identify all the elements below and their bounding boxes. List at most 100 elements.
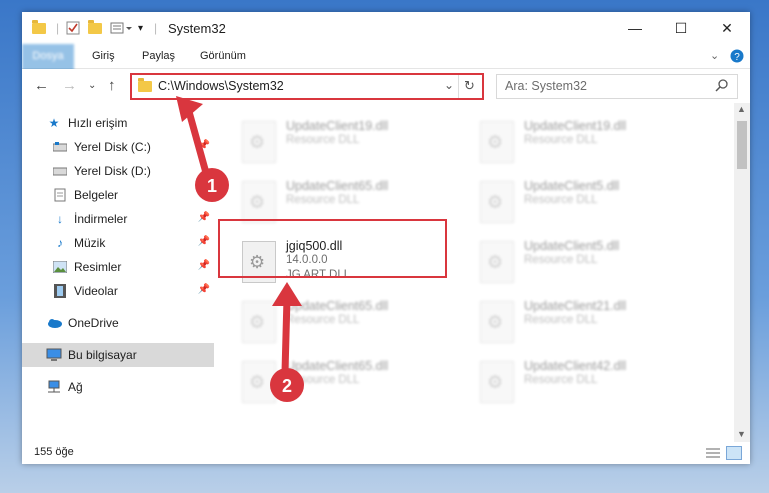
network-icon bbox=[46, 379, 62, 395]
pin-icon[interactable]: 📌 bbox=[198, 260, 210, 271]
sidebar-item-onedrive[interactable]: OneDrive bbox=[22, 311, 214, 335]
vertical-scrollbar[interactable]: ▲ ▼ bbox=[734, 103, 750, 442]
music-icon: ♪ bbox=[57, 236, 63, 250]
sidebar-item-label: İndirmeler bbox=[74, 212, 128, 226]
documents-icon bbox=[52, 187, 68, 203]
dll-file-icon: ⚙ bbox=[480, 121, 514, 163]
maximize-button[interactable]: ☐ bbox=[658, 12, 704, 44]
status-bar: 155 öğe bbox=[22, 442, 750, 464]
search-box[interactable]: Ara: System32 bbox=[496, 74, 738, 99]
ribbon: Dosya Giriş Paylaş Görünüm ⌄ ? bbox=[22, 44, 750, 96]
sidebar-item-network[interactable]: Ağ bbox=[22, 375, 214, 399]
large-icons-view-icon[interactable] bbox=[726, 446, 742, 460]
address-dropdown-icon[interactable]: ⌄ bbox=[444, 78, 454, 92]
sidebar-item-local-disk-d[interactable]: Yerel Disk (D:) bbox=[22, 159, 214, 183]
sidebar-item-pictures[interactable]: Resimler 📌 bbox=[22, 255, 214, 279]
file-description: Resource DLL bbox=[286, 314, 360, 326]
pin-icon[interactable]: 📌 bbox=[198, 212, 210, 223]
dll-file-icon: ⚙ bbox=[480, 181, 514, 223]
sidebar-item-quick-access[interactable]: ★ Hızlı erişim bbox=[22, 111, 214, 135]
folder-icon bbox=[138, 78, 152, 95]
back-arrow-icon[interactable]: ← bbox=[34, 77, 49, 94]
sidebar-item-label: Hızlı erişim bbox=[68, 116, 128, 130]
details-view-icon[interactable] bbox=[706, 447, 720, 462]
expand-ribbon-icon[interactable]: ⌄ bbox=[710, 44, 719, 68]
dll-file-icon: ⚙ bbox=[242, 181, 276, 223]
drive-icon bbox=[52, 163, 68, 179]
search-input[interactable]: Ara: System32 bbox=[505, 79, 587, 93]
navigation-pane: ★ Hızlı erişim Yerel Disk (C:) 📌 Yerel D… bbox=[22, 103, 214, 442]
file-description: Resource DLL bbox=[524, 254, 598, 266]
sidebar-item-music[interactable]: ♪ Müzik 📌 bbox=[22, 231, 214, 255]
tab-view[interactable]: Görünüm bbox=[200, 44, 246, 68]
sidebar-item-label: OneDrive bbox=[68, 316, 119, 330]
sidebar-item-this-pc[interactable]: Bu bilgisayar bbox=[22, 343, 214, 367]
dll-file-icon: ⚙ bbox=[242, 301, 276, 343]
file-name: UpdateClient5.dll bbox=[524, 239, 620, 253]
file-item[interactable]: ⚙ UpdateClient65.dll Resource DLL bbox=[228, 355, 458, 407]
sidebar-item-label: Resimler bbox=[74, 260, 122, 274]
file-item[interactable]: ⚙ UpdateClient21.dll Resource DLL bbox=[466, 295, 696, 347]
properties-icon[interactable] bbox=[66, 20, 80, 36]
file-item[interactable]: ⚙ UpdateClient19.dll Resource DLL bbox=[466, 115, 696, 167]
sidebar-item-label: Müzik bbox=[74, 236, 106, 250]
file-name: UpdateClient65.dll bbox=[286, 299, 389, 313]
file-item[interactable]: ⚙ UpdateClient65.dll Resource DLL bbox=[228, 295, 458, 347]
file-description: Resource DLL bbox=[286, 134, 360, 146]
dll-file-icon: ⚙ bbox=[242, 361, 276, 403]
scroll-down-icon[interactable]: ▼ bbox=[737, 429, 746, 439]
minimize-button[interactable]: — bbox=[612, 12, 658, 44]
svg-text:?: ? bbox=[734, 52, 740, 63]
file-item[interactable]: ⚙ UpdateClient42.dll Resource DLL bbox=[466, 355, 696, 407]
tab-share[interactable]: Paylaş bbox=[142, 44, 175, 68]
title-bar: | ▾ | System32 — ☐ ✕ bbox=[22, 12, 750, 44]
file-name: UpdateClient5.dll bbox=[524, 179, 620, 193]
sidebar-item-videos[interactable]: Videolar 📌 bbox=[22, 279, 214, 303]
file-name: UpdateClient65.dll bbox=[286, 359, 389, 373]
forward-arrow-icon[interactable]: → bbox=[62, 77, 77, 94]
navigation-bar: ← → ⌄ ↑ C:\Windows\System32 ⌄ ↻ Ara: Sys… bbox=[22, 69, 750, 103]
file-item[interactable]: ⚙ UpdateClient19.dll Resource DLL bbox=[228, 115, 458, 167]
pin-icon[interactable]: 📌 bbox=[198, 284, 210, 295]
star-icon: ★ bbox=[48, 116, 60, 130]
refresh-icon[interactable]: ↻ bbox=[464, 78, 475, 94]
recent-locations-icon[interactable]: ⌄ bbox=[88, 80, 96, 91]
sidebar-item-label: Belgeler bbox=[74, 188, 119, 202]
new-folder-icon[interactable] bbox=[88, 19, 102, 36]
pin-icon[interactable]: 📌 bbox=[198, 236, 210, 247]
sidebar-item-label: Yerel Disk (C:) bbox=[74, 140, 151, 154]
file-description: Resource DLL bbox=[524, 134, 598, 146]
file-name: UpdateClient21.dll bbox=[524, 299, 627, 313]
sidebar-item-local-disk-c[interactable]: Yerel Disk (C:) 📌 bbox=[22, 135, 214, 159]
view-options-icon[interactable] bbox=[110, 20, 132, 36]
address-bar[interactable]: C:\Windows\System32 ⌄ ↻ bbox=[130, 73, 484, 100]
scroll-up-icon[interactable]: ▲ bbox=[737, 104, 746, 114]
sidebar-item-documents[interactable]: Belgeler bbox=[22, 183, 214, 207]
pictures-icon bbox=[52, 259, 68, 275]
download-icon: ↓ bbox=[57, 212, 63, 226]
dll-file-icon: ⚙ bbox=[242, 121, 276, 163]
cloud-icon bbox=[46, 315, 62, 331]
dll-file-icon: ⚙ bbox=[480, 241, 514, 283]
file-item[interactable]: ⚙ UpdateClient5.dll Resource DLL bbox=[466, 235, 696, 287]
up-arrow-icon[interactable]: ↑ bbox=[108, 77, 116, 94]
close-button[interactable]: ✕ bbox=[704, 12, 750, 44]
tab-home[interactable]: Giriş bbox=[92, 44, 115, 68]
drive-icon bbox=[52, 139, 68, 155]
sidebar-item-downloads[interactable]: ↓ İndirmeler 📌 bbox=[22, 207, 214, 231]
search-icon[interactable] bbox=[715, 78, 729, 95]
customize-toolbar-icon[interactable]: ▾ bbox=[138, 20, 143, 36]
file-description: Resource DLL bbox=[524, 314, 598, 326]
address-path[interactable]: C:\Windows\System32 bbox=[158, 79, 284, 93]
sidebar-item-label: Yerel Disk (D:) bbox=[74, 164, 151, 178]
scrollbar-thumb[interactable] bbox=[737, 121, 747, 169]
folder-icon bbox=[32, 19, 46, 36]
file-name: UpdateClient19.dll bbox=[524, 119, 627, 133]
item-count: 155 öğe bbox=[34, 446, 74, 458]
divider bbox=[458, 75, 459, 98]
file-name: UpdateClient19.dll bbox=[286, 119, 389, 133]
videos-icon bbox=[52, 283, 68, 299]
file-item[interactable]: ⚙ UpdateClient5.dll Resource DLL bbox=[466, 175, 696, 227]
help-icon[interactable]: ? bbox=[730, 44, 744, 68]
pin-icon[interactable]: 📌 bbox=[198, 140, 210, 151]
